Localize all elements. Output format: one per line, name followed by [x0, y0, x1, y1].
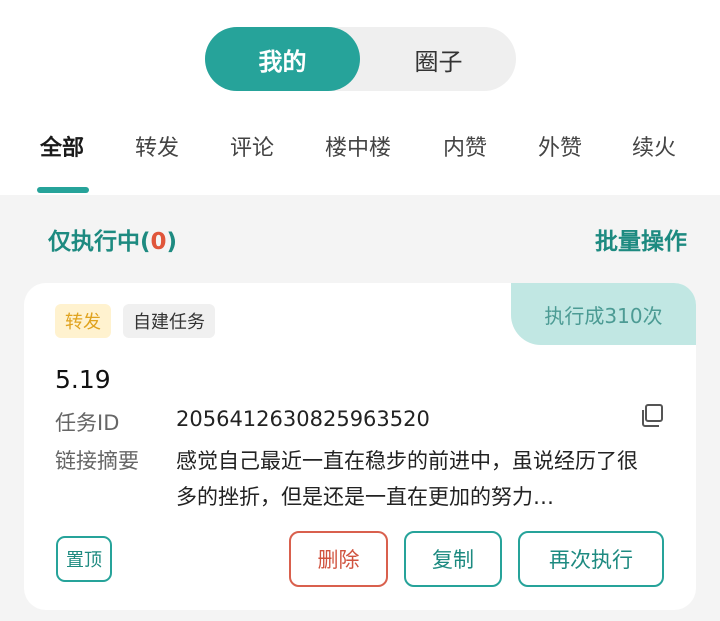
task-title: 5.19	[55, 365, 111, 394]
copy-icon[interactable]	[639, 403, 665, 429]
filter-label-prefix: 仅执行中(	[48, 229, 151, 255]
segment-circle[interactable]: 圈子	[361, 27, 516, 91]
link-summary-label: 链接摘要	[55, 449, 139, 473]
task-id-label: 任务ID	[55, 411, 120, 435]
header-area: 我的 圈子 全部 转发 评论 楼中楼 内赞 外赞 续火	[0, 0, 720, 195]
tab-forward[interactable]: 转发	[135, 130, 179, 162]
task-id-value: 2056412630825963520	[176, 407, 430, 431]
link-summary-value: 感觉自己最近一直在稳步的前进中，虽说经历了很多的挫折，但是还是一直在更加的努力…	[176, 449, 638, 509]
filter-count: 0	[150, 229, 167, 255]
category-tabs: 全部 转发 评论 楼中楼 内赞 外赞 续火	[0, 120, 720, 170]
tab-comment[interactable]: 评论	[230, 130, 274, 162]
copy-task-button[interactable]: 复制	[404, 531, 502, 587]
source-tag: 自建任务	[123, 304, 215, 338]
segment-control: 我的 圈子	[205, 27, 516, 91]
tab-all[interactable]: 全部	[40, 130, 84, 162]
batch-operation-button[interactable]: 批量操作	[595, 222, 687, 256]
filter-row: 仅执行中(0) 批量操作	[0, 218, 720, 258]
type-tag: 转发	[55, 304, 111, 338]
tab-floor-in-floor[interactable]: 楼中楼	[325, 130, 391, 162]
tab-continue-fire[interactable]: 续火	[632, 130, 676, 162]
segment-mine[interactable]: 我的	[205, 27, 360, 91]
tab-inner-like[interactable]: 内赞	[443, 130, 487, 162]
pin-button[interactable]: 置顶	[56, 536, 112, 582]
running-only-filter[interactable]: 仅执行中(0)	[48, 222, 177, 256]
delete-button[interactable]: 删除	[289, 531, 388, 587]
rerun-button[interactable]: 再次执行	[518, 531, 664, 587]
filter-label-suffix: )	[166, 229, 178, 255]
task-card: 执行成310次 转发 自建任务 5.19 任务ID 20564126308259…	[24, 283, 696, 610]
active-tab-indicator	[37, 187, 89, 193]
tab-outer-like[interactable]: 外赞	[538, 130, 582, 162]
execution-count-badge: 执行成310次	[511, 283, 696, 345]
